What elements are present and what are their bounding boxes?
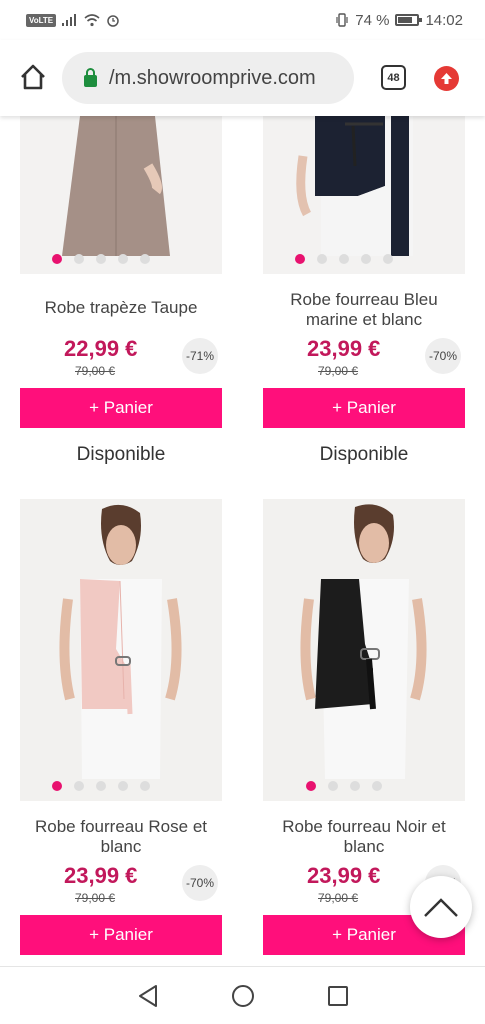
discount-badge: -71% — [182, 338, 218, 374]
dress-black-white-image — [300, 504, 427, 779]
product-title[interactable]: Robe fourreau Rose et blanc — [20, 817, 222, 857]
dress-navy-white-image — [296, 116, 413, 256]
product-price: 22,99 € — [64, 336, 138, 361]
product-card[interactable]: Robe fourreau Rose et blanc 23,99 € 79,0… — [20, 499, 222, 955]
product-price: 23,99 € — [307, 336, 381, 361]
original-price: 79,00 € — [75, 364, 116, 378]
home-nav-button[interactable] — [228, 981, 258, 1011]
price-row: 22,99 € 79,00 € -71% — [20, 336, 222, 380]
carousel-dots — [263, 781, 465, 791]
system-nav-bar — [0, 966, 485, 1024]
browser-toolbar: /m.showroomprive.com 48 — [0, 40, 485, 116]
carousel-dot[interactable] — [361, 254, 371, 264]
scroll-to-top-button[interactable] — [410, 876, 472, 938]
recents-square-icon — [327, 985, 348, 1006]
carousel-dot[interactable] — [52, 254, 62, 264]
price-row: 23,99 € 79,00 € -70% — [20, 863, 222, 907]
url-text: /m.showroomprive.com — [109, 66, 316, 89]
carousel-dot[interactable] — [74, 254, 84, 264]
status-bar: VoLTE 74 % 14:02 — [0, 0, 485, 40]
discount-badge: -70% — [182, 865, 218, 901]
signal-icon — [62, 14, 77, 26]
carousel-dot[interactable] — [383, 254, 393, 264]
dress-taupe-image — [62, 116, 170, 256]
product-image[interactable] — [263, 116, 465, 274]
clock: 14:02 — [425, 11, 463, 29]
add-to-cart-button[interactable]: + Panier — [20, 915, 222, 955]
product-title[interactable]: Robe trapèze Taupe — [20, 298, 222, 338]
product-grid: Robe trapèze Taupe 22,99 € 79,00 € -71% … — [0, 116, 485, 966]
update-icon[interactable] — [434, 66, 459, 91]
carousel-dot[interactable] — [96, 254, 106, 264]
carousel-dot[interactable] — [372, 781, 382, 791]
volte-indicator: VoLTE — [26, 13, 57, 27]
availability-label: Disponible — [76, 444, 166, 465]
product-image[interactable] — [20, 116, 222, 274]
product-price: 23,99 € — [64, 863, 138, 888]
product-image[interactable] — [263, 499, 465, 801]
availability-label: Disponible — [319, 444, 409, 465]
battery-icon — [395, 14, 423, 26]
alarm-icon — [107, 15, 119, 27]
carousel-dot[interactable] — [339, 254, 349, 264]
wifi-icon — [84, 13, 100, 26]
tab-switcher-button[interactable]: 48 — [381, 65, 406, 90]
product-card[interactable]: Robe fourreau Bleu marine et blanc 23,99… — [263, 116, 465, 466]
back-triangle-icon — [138, 984, 157, 1007]
recents-button[interactable] — [323, 981, 353, 1011]
carousel-dot[interactable] — [140, 254, 150, 264]
price-row: 23,99 € 79,00 € -70% — [263, 336, 465, 380]
carousel-dots — [20, 254, 222, 264]
carousel-dot[interactable] — [350, 781, 360, 791]
carousel-dot[interactable] — [328, 781, 338, 791]
back-button[interactable] — [133, 981, 163, 1011]
home-circle-icon — [231, 984, 254, 1007]
product-price: 23,99 € — [307, 863, 381, 888]
original-price: 79,00 € — [318, 891, 359, 905]
carousel-dots — [20, 781, 222, 791]
add-to-cart-button[interactable]: + Panier — [20, 388, 222, 428]
home-icon[interactable] — [18, 62, 48, 92]
discount-badge: -70% — [425, 338, 461, 374]
battery-percent: 74 % — [355, 11, 390, 29]
carousel-dot[interactable] — [96, 781, 106, 791]
dress-pink-white-image — [59, 504, 182, 779]
vibrate-icon — [336, 13, 348, 27]
product-title[interactable]: Robe fourreau Bleu marine et blanc — [263, 290, 465, 330]
original-price: 79,00 € — [318, 364, 359, 378]
carousel-dot[interactable] — [317, 254, 327, 264]
carousel-dot[interactable] — [118, 781, 128, 791]
original-price: 79,00 € — [75, 891, 116, 905]
add-to-cart-button[interactable]: + Panier — [263, 388, 465, 428]
lock-icon — [84, 67, 97, 87]
product-card[interactable]: Robe trapèze Taupe 22,99 € 79,00 € -71% … — [20, 116, 222, 466]
carousel-dot[interactable] — [306, 781, 316, 791]
chevron-up-icon — [424, 898, 458, 917]
carousel-dot[interactable] — [118, 254, 128, 264]
carousel-dot[interactable] — [140, 781, 150, 791]
carousel-dot[interactable] — [74, 781, 84, 791]
product-image[interactable] — [20, 499, 222, 801]
product-title[interactable]: Robe fourreau Noir et blanc — [263, 817, 465, 857]
carousel-dot[interactable] — [52, 781, 62, 791]
carousel-dot[interactable] — [295, 254, 305, 264]
address-bar[interactable]: /m.showroomprive.com — [62, 52, 354, 104]
carousel-dots — [263, 254, 465, 264]
